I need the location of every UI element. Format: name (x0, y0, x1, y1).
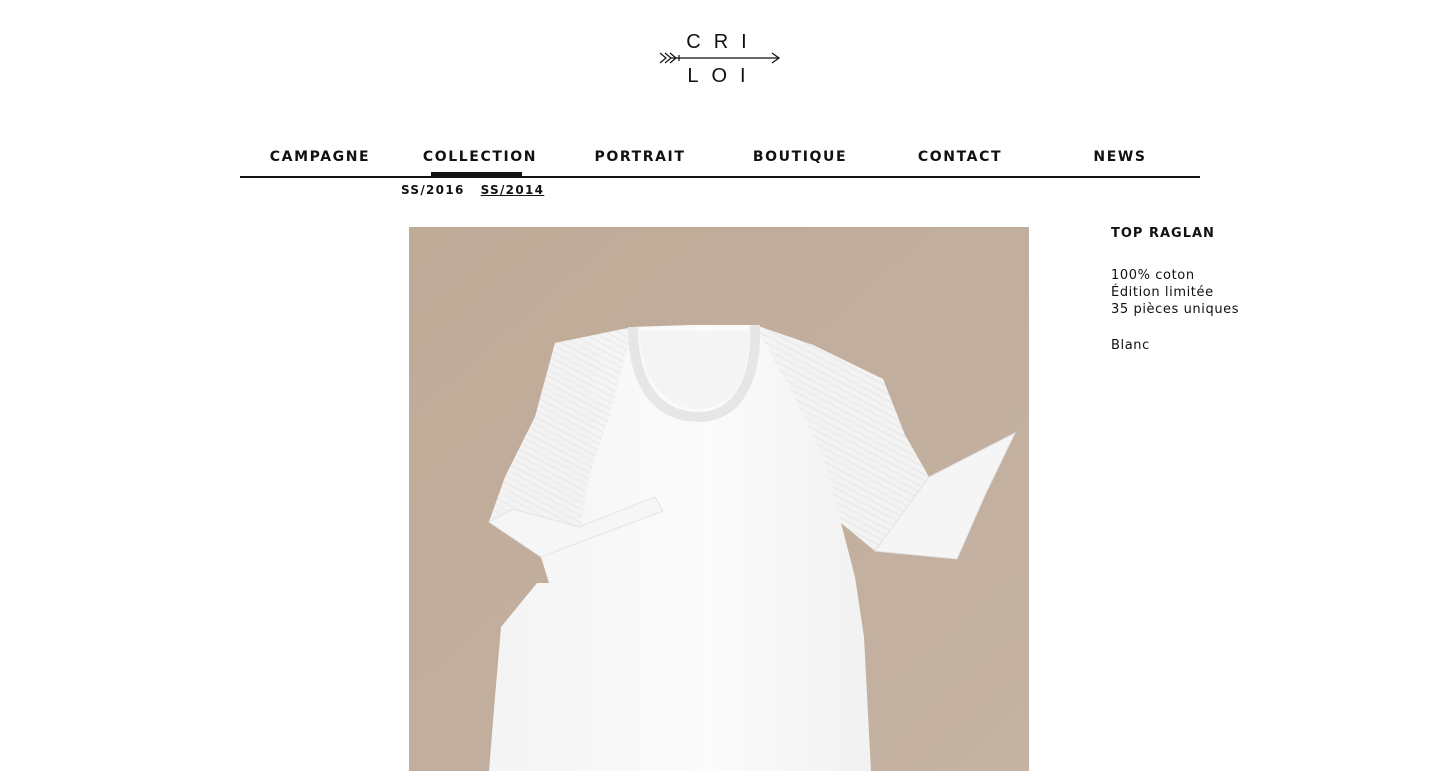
product-color: Blanc (1111, 338, 1150, 353)
product-pieces: 35 pièces uniques (1111, 302, 1240, 317)
site-logo[interactable]: CRI LOI (655, 26, 785, 92)
logo-arrow-icon (659, 52, 781, 64)
main-nav: CAMPAGNE COLLECTION PORTRAIT BOUTIQUE CO… (240, 140, 1200, 178)
logo-line-2: LOI (687, 65, 759, 87)
nav-item-portrait[interactable]: PORTRAIT (560, 140, 720, 176)
nav-item-collection[interactable]: COLLECTION (400, 140, 560, 176)
nav-item-contact[interactable]: CONTACT (880, 140, 1040, 176)
nav-item-campagne[interactable]: CAMPAGNE (240, 140, 400, 176)
collection-subnav: SS/2016 SS/2014 (401, 183, 544, 197)
product-title: TOP RAGLAN (1111, 226, 1215, 241)
nav-item-boutique[interactable]: BOUTIQUE (720, 140, 880, 176)
tshirt-illustration (409, 227, 1029, 771)
product-info: TOP RAGLAN 100% coton Édition limitée 35… (1111, 226, 1311, 354)
page: CRI LOI CAMPAGNE COLLECTION PORTRAIT BOU… (0, 0, 1440, 771)
product-material: 100% coton (1111, 268, 1195, 283)
product-image (409, 227, 1029, 771)
nav-item-news[interactable]: NEWS (1040, 140, 1200, 176)
subnav-item-ss2014[interactable]: SS/2014 (481, 183, 545, 197)
product-edition: Édition limitée (1111, 285, 1214, 300)
logo-line-1: CRI (686, 31, 760, 53)
subnav-item-ss2016[interactable]: SS/2016 (401, 183, 465, 197)
